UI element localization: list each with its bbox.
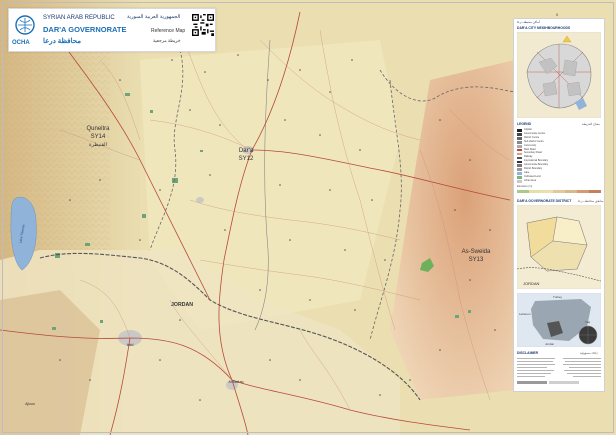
label-as-sweida: As-Sweida <box>462 249 491 255</box>
country-name-en: SYRIAN ARAB REPUBLIC <box>43 15 115 21</box>
legend-swatch <box>517 137 522 140</box>
legend-swatch <box>517 164 522 168</box>
elevation-scale <box>517 190 601 193</box>
label-jordan: JORDAN <box>171 302 193 308</box>
disclaimer-title: DISCLAIMER <box>517 351 539 355</box>
governorate-name-en: DAR'A GOVERNORATE <box>43 25 127 34</box>
legend-label: Lake <box>524 170 530 174</box>
page-number: 0 <box>556 12 559 17</box>
district-title: DAR'A GOVERNORATE DISTRICT <box>517 199 572 203</box>
legend-title-ar: مفتاح الخريطة <box>582 122 600 126</box>
label-irbid: Irbid <box>127 343 134 347</box>
legend-swatch <box>517 141 522 144</box>
legend-label: Urban Area <box>524 178 537 182</box>
legend-swatch <box>517 133 522 136</box>
country-name-ar: الجمهورية العربية السورية <box>127 14 181 20</box>
legend-swatch <box>517 129 522 132</box>
map-page: Quneitra SY14 القنيطرة Dar'a SY12 As-Swe… <box>0 0 616 435</box>
legend-swatch <box>517 152 522 156</box>
disclaimer-title-ar: إخلاء مسؤولية <box>580 351 598 355</box>
legend-swatch <box>517 168 522 171</box>
map-type-ar: خريطة مرجعية <box>153 38 181 43</box>
label-ajloun: Ajloun <box>25 402 35 406</box>
globe-icon <box>578 325 598 345</box>
legend-label: Cultivated Land <box>524 174 541 178</box>
district-title-ar: مناطق محافظة درعا <box>578 199 604 203</box>
legend-swatch <box>517 176 522 179</box>
label-quneitra-ar: القنيطرة <box>89 142 107 148</box>
location-label-jordan: Jordan <box>545 342 555 346</box>
district-inset-map: JORDAN <box>517 205 601 289</box>
legend-swatch <box>517 156 522 160</box>
legend-swatch <box>517 148 522 152</box>
qr-code-icon <box>192 14 214 36</box>
label-dara: Dar'a <box>239 148 254 154</box>
legend-title: LEGEND <box>517 122 532 126</box>
map-type-en: Reference Map <box>151 28 186 34</box>
legend-swatch <box>517 144 522 148</box>
legend-swatch <box>517 172 522 175</box>
side-panel: 0 أماكن محيطة درعا DAR'A CITY NEIGHBOURH… <box>513 13 605 392</box>
location-label-lebanon: Lebanon <box>519 312 531 316</box>
label-dara-code: SY12 <box>239 156 254 162</box>
district-inset-jordan-label: JORDAN <box>523 281 540 286</box>
location-label-iraq: Iraq <box>585 320 591 324</box>
map-header: OCHA SYRIAN ARAB REPUBLIC الجمهورية العر… <box>8 8 216 52</box>
city-neighbourhoods-inset <box>517 32 601 118</box>
legend-item: Urban Area <box>517 178 601 184</box>
label-as-sweida-code: SY13 <box>469 257 484 263</box>
label-quneitra-code: SY14 <box>91 134 106 140</box>
governorate-name-ar: محافظة درعا <box>43 38 81 45</box>
label-quneitra: Quneitra <box>86 126 110 132</box>
legend-swatch <box>517 160 522 164</box>
legend-label: District Centre <box>524 135 540 139</box>
location-label-turkey: Turkey <box>553 295 563 299</box>
legend-swatch <box>517 180 522 183</box>
agency-name: OCHA <box>12 40 30 46</box>
panel-title-ar: أماكن محيطة درعا <box>517 20 540 24</box>
city-neighbourhoods-title: DAR'A CITY NEIGHBOURHOODS <box>517 26 571 30</box>
legend-label: Community <box>524 143 537 147</box>
legend-label: Governorate Centre <box>524 131 546 135</box>
elevation-label: Elevation (m) <box>517 185 533 188</box>
legend-label: Sub-district Centre <box>524 139 544 143</box>
label-al-mafraq: Al Mafraq <box>229 380 244 384</box>
disclaimer-text-block <box>517 358 601 384</box>
